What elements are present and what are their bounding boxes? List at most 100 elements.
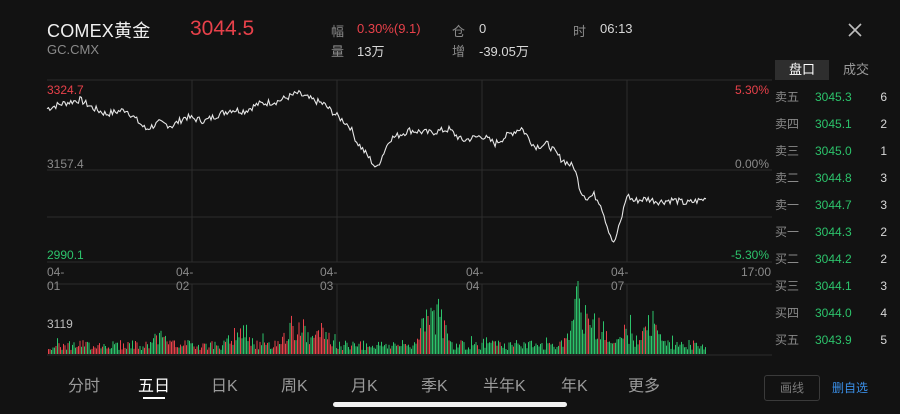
volume-bar [120, 340, 121, 354]
volume-bar [444, 320, 445, 354]
volume-bar [102, 346, 103, 354]
volume-bar [627, 335, 628, 354]
volume-bar [357, 346, 358, 354]
volume-bar [595, 339, 597, 354]
volume-bar [142, 346, 144, 354]
tab-quarterly-k[interactable]: 季K [421, 372, 448, 396]
tab-yearly-k[interactable]: 年K [561, 372, 588, 396]
volume-bar [573, 319, 574, 354]
x-tick-label: 04-01 [47, 265, 65, 293]
volume-bar [490, 342, 492, 354]
volume-bar [109, 348, 111, 354]
tab-intraday[interactable]: 分时 [68, 372, 100, 396]
volume-bar [459, 344, 460, 354]
volume-bar [250, 345, 252, 354]
volume-bar [411, 348, 412, 354]
volume-bar [462, 340, 463, 354]
volume-bar [186, 345, 187, 354]
level-price: 3044.1 [815, 279, 852, 293]
volume-bar [505, 349, 507, 354]
tab-monthly-k[interactable]: 月K [351, 372, 378, 396]
volume-bar [612, 343, 613, 354]
volume-bar [615, 342, 616, 354]
volume-bar [96, 348, 97, 354]
tab-trades[interactable]: 成交 [829, 60, 883, 80]
volume-bar [106, 348, 108, 354]
volume-bar [136, 342, 138, 354]
volume-bar [655, 324, 657, 354]
volume-bar [58, 343, 60, 354]
volume-bar [702, 344, 703, 354]
volume-bar [694, 342, 696, 354]
tab-weekly-k[interactable]: 周K [281, 372, 308, 396]
volume-bar [82, 340, 84, 354]
volume-bar [156, 335, 157, 354]
volume-bar [601, 332, 603, 354]
volume-bar [261, 345, 262, 354]
volume-bar [463, 342, 465, 354]
volume-bar [276, 346, 277, 354]
volume-bar [267, 342, 268, 354]
volume-bar [664, 340, 666, 354]
volume-bar [280, 344, 282, 354]
level-name: 卖三 [775, 144, 800, 158]
volume-bar [514, 343, 516, 354]
draw-line-button[interactable]: 画线 [764, 375, 820, 401]
volume-bar [198, 344, 199, 354]
volume-bar [355, 346, 357, 354]
volume-bar [264, 342, 265, 354]
volume-bar [67, 343, 69, 354]
volume-bar [346, 342, 348, 354]
volume-bar [673, 349, 675, 354]
volume-bar [394, 343, 396, 354]
volume-bar [105, 346, 106, 354]
volume-bar [88, 342, 90, 354]
volume-bar [192, 343, 193, 354]
volume-bar [69, 341, 70, 354]
home-indicator[interactable] [333, 402, 567, 407]
x-tick-label: 17:00 [741, 265, 772, 279]
volume-bar [618, 339, 619, 354]
volume-bar [543, 349, 544, 354]
volume-bar [76, 347, 78, 354]
volume-bar [322, 327, 324, 354]
remove-watchlist-button[interactable]: 删自选 [832, 379, 868, 396]
tab-order-book[interactable]: 盘口 [775, 60, 829, 80]
volume-bar [484, 347, 486, 354]
volume-bar [277, 341, 279, 354]
volume-bar [315, 334, 316, 354]
volume-bar [621, 337, 622, 354]
level-qty: 3 [880, 279, 887, 293]
volume-bar [273, 347, 274, 354]
volume-bar [564, 338, 565, 354]
volume-bar [477, 345, 478, 354]
volume-bar [454, 349, 456, 354]
volume-bar [265, 344, 267, 354]
tab-half-year-k[interactable]: 半年K [483, 372, 526, 396]
volume-bar [570, 330, 571, 354]
volume-bar [169, 340, 171, 354]
volume-bar [598, 317, 600, 354]
level-qty: 6 [880, 90, 887, 104]
volume-bar [225, 341, 226, 354]
volume-bar [670, 348, 672, 354]
volume-bar [90, 349, 91, 354]
volume-bar [240, 328, 241, 354]
volume-bar [400, 346, 402, 354]
volume-bar [456, 343, 457, 354]
tab-daily-k[interactable]: 日K [211, 372, 238, 396]
volume-bar [667, 340, 669, 354]
tab-more[interactable]: 更多 [628, 372, 660, 396]
volume-bar [445, 325, 447, 354]
volume-bar [426, 309, 427, 354]
volume-bar [351, 345, 352, 354]
tab-five-day[interactable]: 五日 [138, 372, 170, 396]
volume-bar [423, 318, 424, 354]
volume-bar [343, 345, 345, 354]
volume-bar [697, 346, 699, 354]
volume-bar [130, 348, 132, 354]
volume-bar [520, 346, 522, 354]
volume-bar [103, 344, 105, 354]
volume-bar [538, 346, 540, 354]
volume-bar [172, 340, 174, 354]
